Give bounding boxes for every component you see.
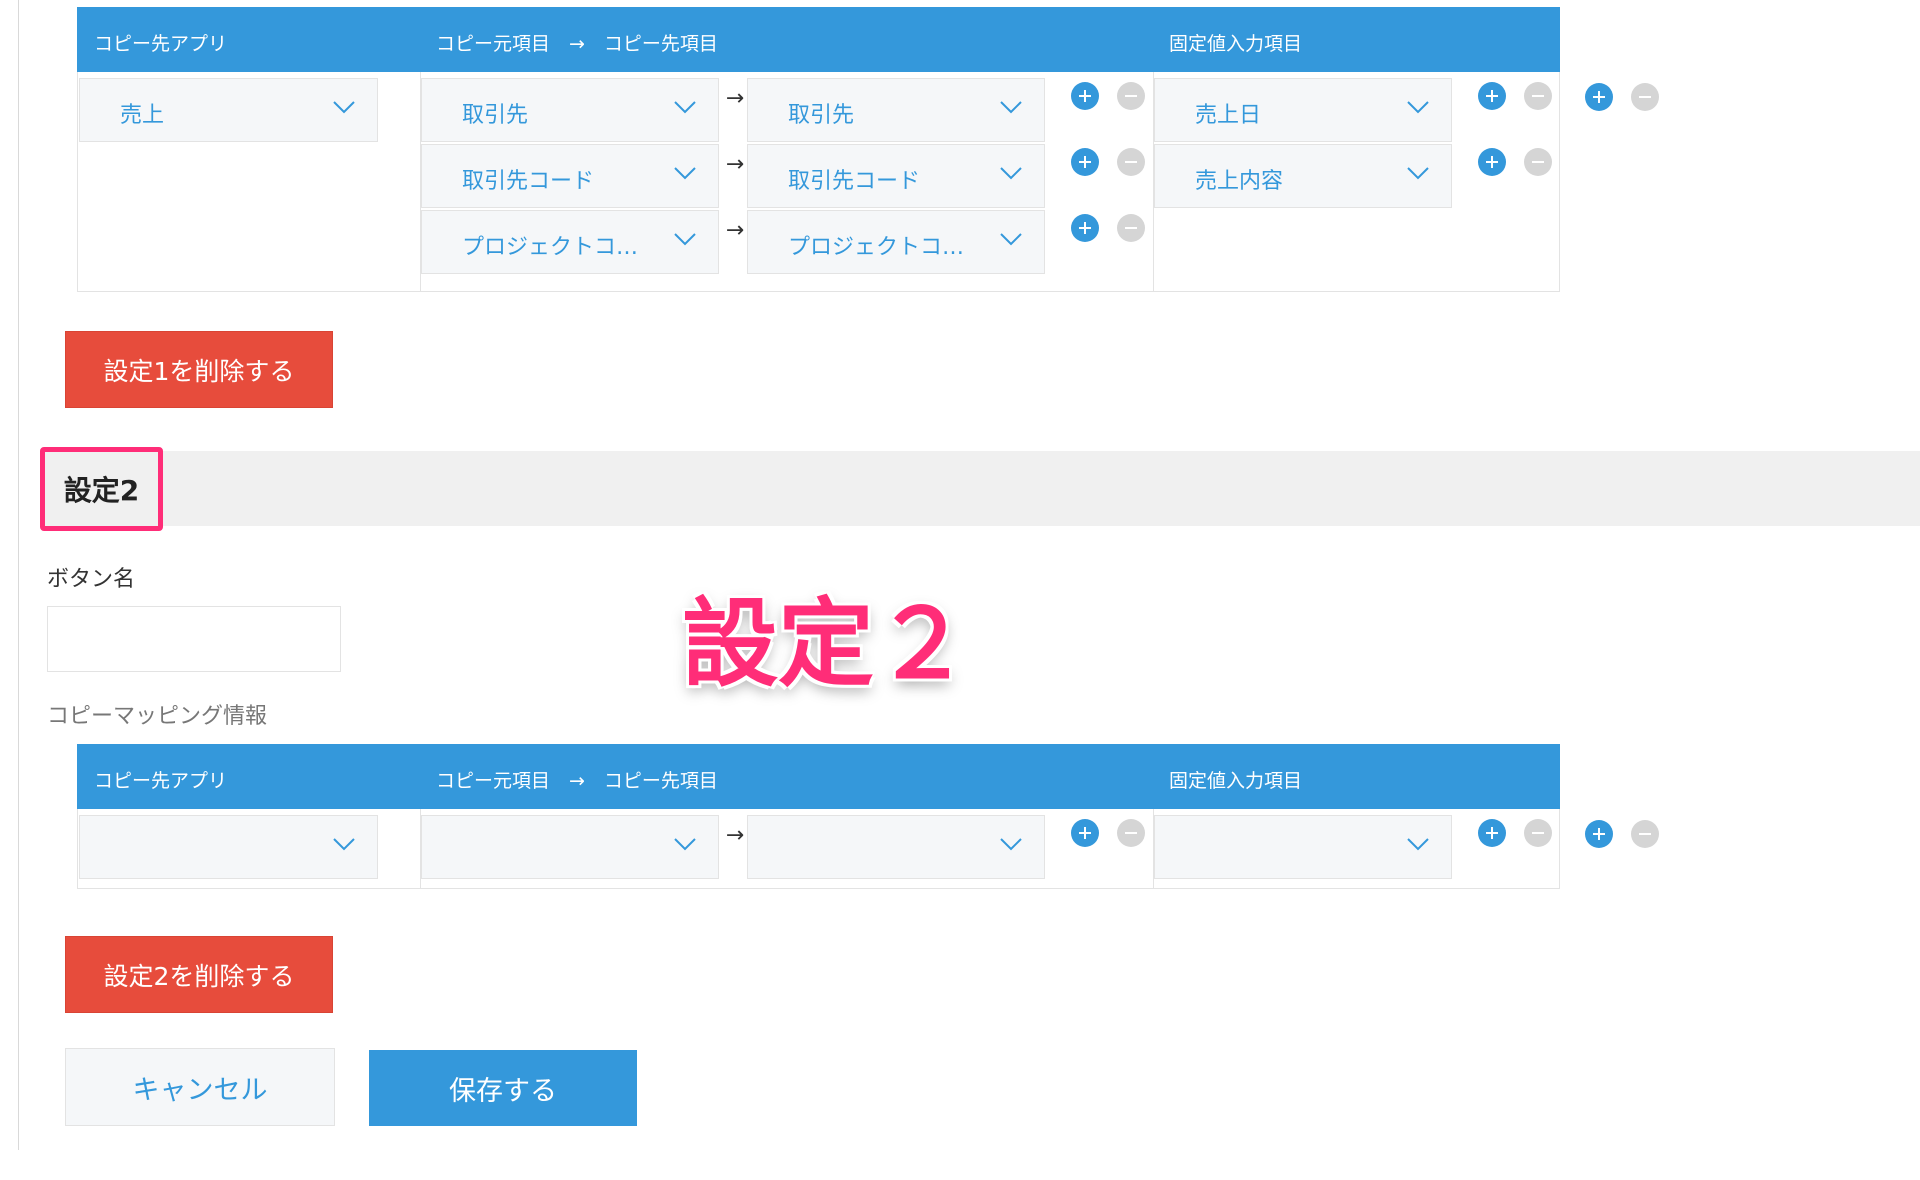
dest-field-select[interactable]: 取引先コード — [747, 144, 1045, 208]
chevron-down-icon — [674, 233, 696, 246]
minus-circle-icon — [1532, 832, 1544, 834]
dest-field-select[interactable] — [747, 815, 1045, 879]
fixed-field-value: 売上日 — [1195, 103, 1262, 128]
fixed-field-select[interactable]: 売上内容 — [1154, 144, 1452, 208]
add-mapping-button[interactable] — [1071, 82, 1099, 110]
source-field-select[interactable]: プロジェクトコ… — [421, 210, 719, 274]
dest-app-select[interactable]: 売上 — [79, 78, 378, 142]
save-button[interactable]: 保存する — [369, 1050, 637, 1126]
minus-circle-icon — [1125, 161, 1137, 163]
add-fixed-field-button[interactable] — [1478, 819, 1506, 847]
source-field-value: 取引先 — [462, 103, 529, 128]
add-mapping-button[interactable] — [1071, 214, 1099, 242]
dest-app-value: 売上 — [120, 103, 165, 128]
mapping-arrow: → — [725, 152, 745, 177]
fixed-field-value: 売上内容 — [1195, 169, 1284, 194]
mapping-arrow: → — [725, 218, 745, 243]
add-setting-row-button[interactable] — [1585, 820, 1613, 848]
chevron-down-icon — [1407, 838, 1429, 851]
header-fixed-fields: 固定値入力項目 — [1169, 33, 1303, 55]
source-field-select[interactable] — [421, 815, 719, 879]
chevron-down-icon — [1407, 101, 1429, 114]
plus-circle-icon — [1593, 91, 1605, 103]
plus-circle-icon — [1079, 156, 1091, 168]
plus-circle-icon — [1486, 827, 1498, 839]
remove-fixed-field-button[interactable] — [1524, 82, 1552, 110]
button-name-input[interactable] — [47, 606, 341, 672]
chevron-down-icon — [333, 838, 355, 851]
add-fixed-field-button[interactable] — [1478, 82, 1506, 110]
plus-circle-icon — [1079, 90, 1091, 102]
source-field-value: プロジェクトコ… — [462, 235, 639, 260]
chevron-down-icon — [674, 167, 696, 180]
minus-circle-icon — [1125, 227, 1137, 229]
source-field-value: 取引先コード — [462, 169, 595, 194]
setting2-section-bar — [40, 451, 1920, 526]
remove-mapping-button[interactable] — [1117, 819, 1145, 847]
chevron-down-icon — [674, 101, 696, 114]
plus-circle-icon — [1593, 828, 1605, 840]
fixed-field-select[interactable] — [1154, 815, 1452, 879]
chevron-down-icon — [333, 101, 355, 114]
mapping-table-body: 売上 取引先 → 取引先 取引先コード → 取引先コード プロジェクトコ… → … — [77, 72, 1560, 292]
minus-circle-icon — [1125, 832, 1137, 834]
add-mapping-button[interactable] — [1071, 148, 1099, 176]
add-setting-row-button[interactable] — [1585, 83, 1613, 111]
setting1-mapping-table: コピー先アプリ コピー元項目 → コピー先項目 固定値入力項目 売上 取引先 →… — [77, 7, 1560, 292]
mapping-arrow: → — [725, 86, 745, 111]
dest-field-select[interactable]: プロジェクトコ… — [747, 210, 1045, 274]
mapping-arrow: → — [725, 823, 745, 848]
header-source-dest-fields: コピー元項目 → コピー先項目 — [436, 770, 718, 792]
dest-field-select[interactable]: 取引先 — [747, 78, 1045, 142]
left-border — [18, 0, 19, 1150]
plus-circle-icon — [1486, 156, 1498, 168]
dest-field-value: 取引先 — [788, 103, 855, 128]
chevron-down-icon — [1000, 167, 1022, 180]
remove-mapping-button[interactable] — [1117, 148, 1145, 176]
remove-setting-row-button[interactable] — [1631, 83, 1659, 111]
header-dest-app: コピー先アプリ — [94, 33, 228, 55]
remove-fixed-field-button[interactable] — [1524, 148, 1552, 176]
source-field-select[interactable]: 取引先コード — [421, 144, 719, 208]
chevron-down-icon — [1000, 233, 1022, 246]
minus-circle-icon — [1125, 95, 1137, 97]
minus-circle-icon — [1639, 96, 1651, 98]
plus-circle-icon — [1079, 827, 1091, 839]
remove-setting-row-button[interactable] — [1631, 820, 1659, 848]
setting2-title: 設定2 — [40, 447, 163, 531]
fixed-field-select[interactable]: 売上日 — [1154, 78, 1452, 142]
remove-fixed-field-button[interactable] — [1524, 819, 1552, 847]
delete-setting2-button[interactable]: 設定2を削除する — [65, 936, 333, 1013]
mapping-table-header: コピー先アプリ コピー元項目 → コピー先項目 固定値入力項目 — [77, 744, 1560, 809]
chevron-down-icon — [1000, 838, 1022, 851]
add-fixed-field-button[interactable] — [1478, 148, 1506, 176]
minus-circle-icon — [1532, 95, 1544, 97]
plus-circle-icon — [1079, 222, 1091, 234]
annotation-overlay: 設定２ — [682, 588, 970, 700]
header-source-dest-fields: コピー元項目 → コピー先項目 — [436, 33, 718, 55]
setting2-mapping-table: コピー先アプリ コピー元項目 → コピー先項目 固定値入力項目 → — [77, 744, 1560, 889]
minus-circle-icon — [1639, 833, 1651, 835]
cancel-button[interactable]: キャンセル — [65, 1048, 335, 1126]
copy-mapping-label: コピーマッピング情報 — [47, 704, 268, 729]
plus-circle-icon — [1486, 90, 1498, 102]
remove-mapping-button[interactable] — [1117, 214, 1145, 242]
add-mapping-button[interactable] — [1071, 819, 1099, 847]
mapping-table-header: コピー先アプリ コピー元項目 → コピー先項目 固定値入力項目 — [77, 7, 1560, 72]
source-field-select[interactable]: 取引先 — [421, 78, 719, 142]
remove-mapping-button[interactable] — [1117, 82, 1145, 110]
chevron-down-icon — [674, 838, 696, 851]
dest-field-value: プロジェクトコ… — [788, 235, 965, 260]
button-name-label: ボタン名 — [47, 567, 136, 592]
header-fixed-fields: 固定値入力項目 — [1169, 770, 1303, 792]
minus-circle-icon — [1532, 161, 1544, 163]
mapping-table-body: → — [77, 809, 1560, 889]
header-dest-app: コピー先アプリ — [94, 770, 228, 792]
dest-field-value: 取引先コード — [788, 169, 921, 194]
chevron-down-icon — [1407, 167, 1429, 180]
dest-app-select[interactable] — [79, 815, 378, 879]
chevron-down-icon — [1000, 101, 1022, 114]
delete-setting1-button[interactable]: 設定1を削除する — [65, 331, 333, 408]
